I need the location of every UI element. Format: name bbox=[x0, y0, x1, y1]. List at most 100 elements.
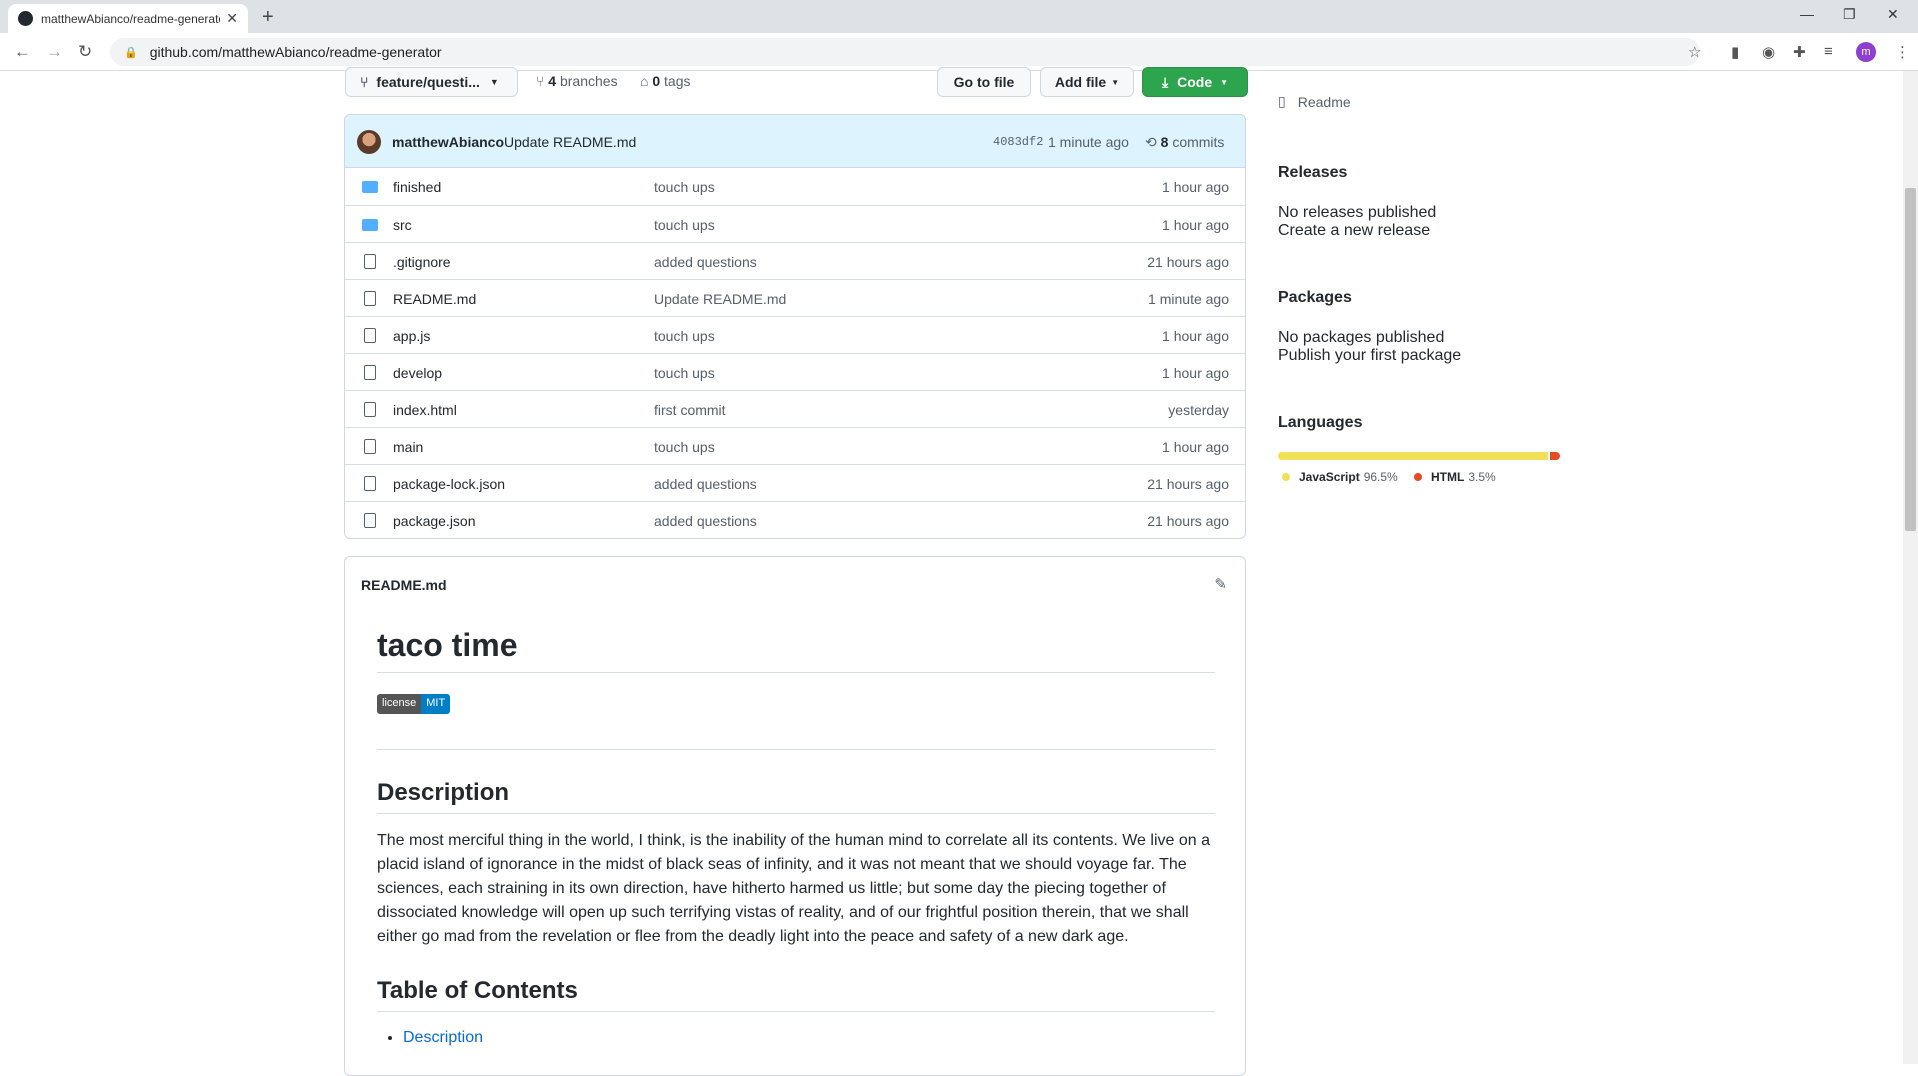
toc-heading: Table of Contents bbox=[377, 977, 1215, 1012]
add-file-button[interactable]: Add file ▼ bbox=[1040, 67, 1134, 97]
minimize-icon[interactable]: — bbox=[1800, 6, 1814, 22]
extension-icon[interactable]: ◉ bbox=[1762, 43, 1775, 61]
file-name[interactable]: main bbox=[393, 439, 423, 455]
go-to-file-button[interactable]: Go to file bbox=[937, 67, 1031, 97]
releases-none: No releases published bbox=[1278, 204, 1437, 221]
file-age: 1 hour ago bbox=[1162, 328, 1229, 344]
language-name: JavaScript bbox=[1299, 470, 1360, 484]
file-age: 1 hour ago bbox=[1162, 179, 1229, 195]
language-dot-icon bbox=[1414, 473, 1422, 481]
browser-tab-strip: matthewAbianco/readme-generator ✕ + — ❐ … bbox=[0, 0, 1918, 33]
author-avatar[interactable] bbox=[357, 130, 381, 154]
commit-message[interactable]: Update README.md bbox=[504, 134, 636, 150]
language-legend-item[interactable]: JavaScript 96.5% bbox=[1282, 470, 1398, 484]
branches-count: 4 bbox=[548, 73, 557, 89]
language-bar-segment[interactable] bbox=[1550, 452, 1560, 460]
file-commit-message[interactable]: added questions bbox=[654, 513, 757, 529]
file-commit-message[interactable]: first commit bbox=[654, 402, 726, 418]
language-percent: 96.5% bbox=[1363, 470, 1398, 484]
language-dot-icon bbox=[1282, 473, 1290, 481]
restore-icon[interactable]: ❐ bbox=[1843, 6, 1856, 23]
file-age: yesterday bbox=[1168, 402, 1229, 418]
tags-count: 0 bbox=[652, 73, 661, 89]
address-bar[interactable]: 🔒 github.com/matthewAbianco/readme-gener… bbox=[110, 38, 1700, 66]
file-name[interactable]: package.json bbox=[393, 513, 476, 529]
tag-icon: ⌂ bbox=[640, 73, 653, 89]
edit-pencil-icon[interactable]: ✎ bbox=[1214, 575, 1227, 593]
menu-icon[interactable]: ⋮ bbox=[1895, 43, 1910, 61]
file-icon bbox=[364, 402, 376, 417]
file-name[interactable]: package-lock.json bbox=[393, 476, 505, 492]
commit-author[interactable]: matthewAbianco bbox=[392, 134, 504, 150]
commits-link[interactable]: ⟲ 8 commits bbox=[1145, 134, 1224, 151]
profile-avatar[interactable]: m bbox=[1856, 42, 1876, 62]
badge-label: license bbox=[377, 694, 422, 714]
file-row: package-lock.json added questions 21 hours… bbox=[345, 464, 1245, 501]
file-row: app.js touch ups 1 hour ago bbox=[345, 316, 1245, 353]
folder-icon bbox=[362, 219, 378, 231]
file-age: 1 hour ago bbox=[1162, 365, 1229, 381]
branches-link[interactable]: ⑂ 4 branches bbox=[536, 73, 618, 89]
file-commit-message[interactable]: touch ups bbox=[654, 179, 715, 195]
language-percent: 3.5% bbox=[1468, 470, 1496, 484]
readme-filename[interactable]: README.md bbox=[361, 577, 447, 593]
create-release-link[interactable]: Create a new release bbox=[1278, 222, 1430, 240]
code-label: Code bbox=[1177, 74, 1213, 90]
caret-down-icon: ▼ bbox=[1220, 77, 1229, 87]
language-legend-item[interactable]: HTML 3.5% bbox=[1414, 470, 1496, 484]
close-tab-icon[interactable]: ✕ bbox=[226, 10, 238, 27]
file-commit-message[interactable]: touch ups bbox=[654, 217, 715, 233]
github-icon bbox=[18, 11, 33, 26]
readme-link[interactable]: ▯ Readme bbox=[1278, 93, 1351, 110]
publish-package-link[interactable]: Publish your first package bbox=[1278, 347, 1461, 365]
file-commit-message[interactable]: Update README.md bbox=[654, 291, 786, 307]
file-commit-message[interactable]: touch ups bbox=[654, 328, 715, 344]
license-badge[interactable]: license MIT bbox=[377, 694, 451, 714]
releases-title[interactable]: Releases bbox=[1278, 164, 1347, 182]
file-icon bbox=[364, 476, 376, 491]
file-icon bbox=[364, 328, 376, 343]
languages-title: Languages bbox=[1278, 414, 1363, 431]
file-name[interactable]: finished bbox=[393, 179, 441, 195]
file-row: README.md Update README.md 1 minute ago bbox=[345, 279, 1245, 316]
language-bar-segment[interactable] bbox=[1278, 452, 1549, 460]
file-icon bbox=[364, 439, 376, 454]
history-icon: ⟲ bbox=[1145, 134, 1161, 150]
file-age: 21 hours ago bbox=[1147, 513, 1229, 529]
bookmark-star-icon[interactable]: ☆ bbox=[1688, 43, 1701, 61]
commit-sha[interactable]: 4083df2 bbox=[993, 135, 1043, 149]
file-commit-message[interactable]: added questions bbox=[654, 254, 757, 270]
file-icon bbox=[364, 365, 376, 380]
file-row: main touch ups 1 hour ago bbox=[345, 427, 1245, 464]
media-icon[interactable]: ≡ bbox=[1824, 43, 1833, 60]
file-commit-message[interactable]: touch ups bbox=[654, 439, 715, 455]
tags-link[interactable]: ⌂ 0 tags bbox=[640, 73, 691, 89]
file-commit-message[interactable]: touch ups bbox=[654, 365, 715, 381]
puzzle-icon[interactable]: ✚ bbox=[1793, 43, 1806, 61]
commits-label: commits bbox=[1172, 134, 1225, 150]
forward-icon[interactable]: → bbox=[46, 42, 63, 62]
file-name[interactable]: index.html bbox=[393, 402, 457, 418]
file-name[interactable]: develop bbox=[393, 365, 442, 381]
close-window-icon[interactable]: ✕ bbox=[1887, 6, 1899, 23]
folder-icon bbox=[362, 181, 378, 193]
browser-tab[interactable]: matthewAbianco/readme-generator ✕ bbox=[8, 4, 248, 33]
file-name[interactable]: .gitignore bbox=[393, 254, 451, 270]
packages-none: No packages published bbox=[1278, 329, 1445, 346]
scrollbar-thumb[interactable] bbox=[1905, 188, 1916, 531]
branch-select-button[interactable]: ⑂ feature/questi... ▼ bbox=[345, 67, 518, 97]
file-commit-message[interactable]: added questions bbox=[654, 476, 757, 492]
file-name[interactable]: src bbox=[393, 217, 412, 233]
tags-label: tags bbox=[664, 73, 691, 89]
toc-link-description[interactable]: Description bbox=[403, 1029, 483, 1046]
file-name[interactable]: app.js bbox=[393, 328, 430, 344]
reading-list-icon[interactable]: ▮ bbox=[1731, 43, 1739, 61]
caret-down-icon: ▼ bbox=[1111, 77, 1120, 87]
reload-icon[interactable]: ↻ bbox=[78, 42, 92, 62]
packages-title[interactable]: Packages bbox=[1278, 289, 1352, 307]
back-icon[interactable]: ← bbox=[14, 42, 31, 62]
description-text: The most merciful thing in the world, I … bbox=[377, 832, 1210, 945]
new-tab-icon[interactable]: + bbox=[262, 6, 274, 29]
code-button[interactable]: ⤓ Code ▼ bbox=[1142, 67, 1248, 97]
file-name[interactable]: README.md bbox=[393, 291, 476, 307]
